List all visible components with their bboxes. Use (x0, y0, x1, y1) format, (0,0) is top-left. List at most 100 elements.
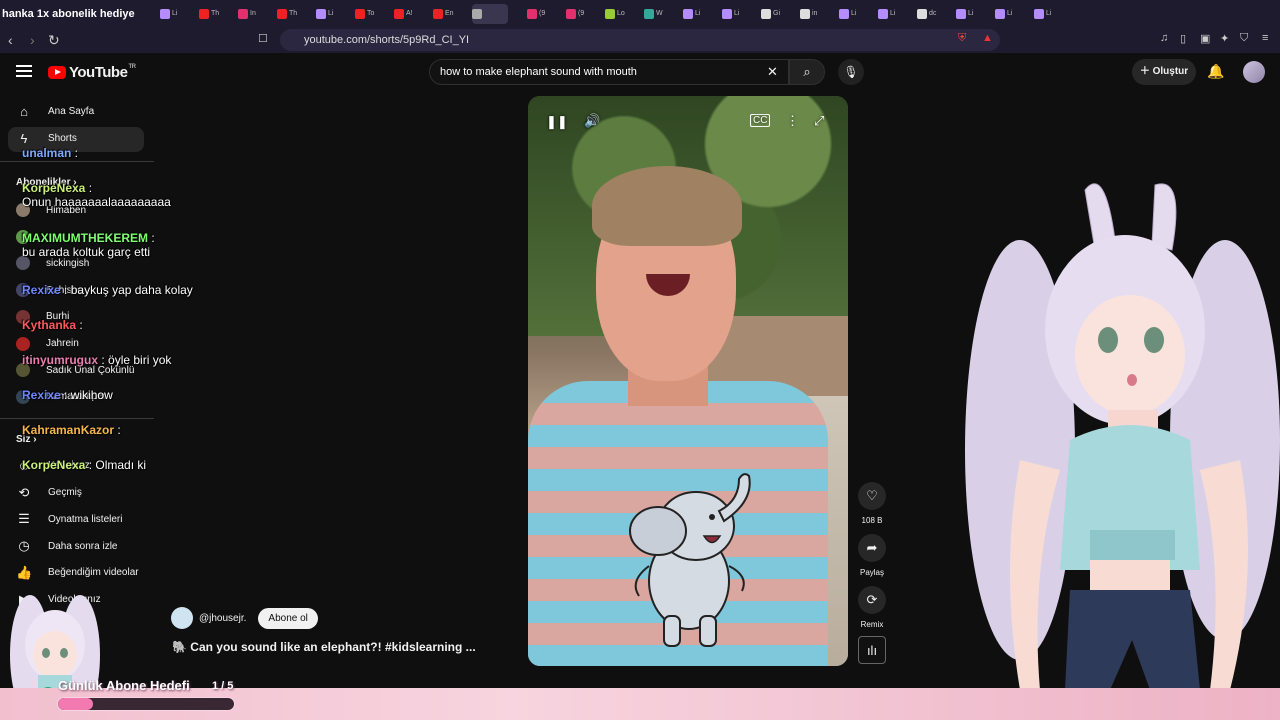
chat-separator: : (76, 318, 83, 332)
browser-tab[interactable]: A! (394, 4, 414, 24)
tab-label: A! (406, 10, 413, 17)
sidebar-you-item[interactable]: ◷ Daha sonra izle (16, 538, 117, 554)
sidebar-item-shorts[interactable]: ϟ Shorts (16, 131, 77, 146)
rewards-icon[interactable]: ▲ (982, 32, 993, 44)
tab-label: En (445, 10, 454, 17)
sidebar-you-item[interactable]: ☰ Oynatma listeleri (16, 511, 122, 527)
browser-tab[interactable]: Li (839, 4, 859, 24)
tab-label: W (656, 10, 663, 17)
subscribe-button[interactable]: Abone ol (258, 607, 318, 629)
youtube-wordmark: YouTubeTR (69, 64, 136, 81)
browser-tab[interactable]: To (355, 4, 375, 24)
browser-tab[interactable]: Lo (605, 4, 625, 24)
tab-label: Li (172, 10, 178, 17)
tab-favicon-icon (878, 8, 888, 19)
shorts-video-player[interactable]: ❚❚ 🔊 CC ⋮ ⤢ (528, 96, 848, 666)
sound-action[interactable]: ılı (858, 636, 886, 664)
menu-icon[interactable]: ≡ (1262, 32, 1268, 44)
browser-tab[interactable]: En (433, 4, 454, 24)
browser-tab[interactable]: Li (1034, 4, 1054, 24)
like-count: 108 B (861, 516, 883, 525)
sidebar-you-item[interactable]: ⟲ Geçmiş (16, 485, 82, 501)
hamburger-icon[interactable] (16, 65, 32, 77)
browser-tab[interactable]: Li (722, 4, 742, 24)
bookmark-icon[interactable]: ☐ (258, 32, 268, 45)
wallet-icon[interactable]: ▣ (1200, 32, 1210, 45)
channel-avatar[interactable] (171, 607, 193, 629)
elephant-sticker-icon (629, 473, 751, 647)
vtuber-avatar (965, 183, 1280, 690)
chat-separator: : (148, 231, 155, 245)
tab-label: (9 (578, 10, 585, 17)
vpn-icon[interactable]: ⛉ (1240, 32, 1248, 45)
browser-tab[interactable]: Li (878, 4, 898, 24)
sidebar-subscription-item[interactable]: Jahrein (16, 336, 79, 351)
tab-label: In (250, 10, 256, 17)
forward-icon[interactable]: › (30, 32, 35, 48)
browser-tab[interactable]: In (238, 4, 258, 24)
browser-tab[interactable]: Li (995, 4, 1015, 24)
chat-text: wikihow (70, 388, 113, 402)
tab-favicon-icon (605, 8, 615, 19)
browser-tab[interactable]: dc (917, 4, 937, 24)
heart-icon[interactable]: ♡ (858, 482, 886, 510)
browser-tab[interactable]: Li (316, 4, 336, 24)
mic-button[interactable]: 🎙 (838, 59, 864, 85)
notifications-icon[interactable]: 🔔 (1207, 63, 1224, 80)
captions-icon[interactable]: CC (750, 114, 771, 127)
browser-tab[interactable]: W (644, 4, 664, 24)
tab-favicon-icon (956, 8, 966, 19)
share-icon[interactable]: ➦ (858, 534, 886, 562)
browser-tab[interactable] (472, 3, 508, 24)
audio-wave-icon[interactable]: ılı (858, 636, 886, 664)
tab-label: Li (968, 10, 974, 17)
subscription-label: Jahrein (46, 338, 79, 349)
search-button[interactable]: ⌕ (789, 59, 825, 85)
pause-icon[interactable]: ❚❚ (546, 114, 568, 130)
brave-shield-icon[interactable]: ⛨ (958, 32, 966, 45)
remix-action[interactable]: ⟳ Remix (858, 586, 886, 629)
channel-name[interactable]: @jhousejr. (199, 613, 246, 624)
browser-tab[interactable]: (9 (527, 4, 547, 24)
media-icon[interactable]: ♫ (1160, 32, 1168, 44)
chat-username: Kythanka (22, 318, 77, 332)
browser-tab[interactable]: in (800, 4, 820, 24)
chat-text: öyle biri yok (108, 353, 172, 367)
search-input[interactable]: how to make elephant sound with mouth (429, 59, 789, 85)
reload-icon[interactable]: ↻ (48, 32, 60, 49)
clear-search-icon[interactable]: ✕ (767, 64, 778, 80)
browser-tab[interactable]: Th (277, 4, 297, 24)
browser-tab[interactable]: Li (160, 4, 180, 24)
active-stream-tab[interactable]: hanka 1x abonelik hediye (0, 8, 150, 20)
like-action[interactable]: ♡ 108 B (858, 482, 886, 525)
chat-text: baykuş yap daha kolay (70, 283, 193, 297)
tab-label: To (367, 10, 375, 17)
you-item-label: Daha sonra izle (48, 540, 118, 552)
youtube-logo[interactable]: YouTubeTR (48, 64, 136, 81)
tab-label: dc (929, 10, 937, 17)
create-button[interactable]: ＋ Oluştur (1132, 59, 1196, 85)
volume-icon[interactable]: 🔊 (584, 113, 600, 129)
fullscreen-icon[interactable]: ⤢ (814, 113, 824, 129)
sidebar-item-icon: ☰ (18, 511, 30, 527)
browser-tab[interactable]: Li (683, 4, 703, 24)
chat-message: KorpeNexa : Olmadı ki (22, 458, 146, 472)
sidebar-icon[interactable]: ▯ (1180, 32, 1186, 45)
browser-tab[interactable]: (9 (566, 4, 586, 24)
leo-icon[interactable]: ✦ (1220, 32, 1229, 45)
url-field[interactable]: youtube.com/shorts/5p9Rd_CI_YI (280, 29, 1000, 51)
browser-tab[interactable]: Gi (761, 4, 781, 24)
browser-tab[interactable]: Th (199, 4, 219, 24)
more-options-icon[interactable]: ⋮ (786, 113, 799, 129)
tab-strip: Li Th In Th Li To A! En (9 (9 Lo W Li Li Gi in Li Li dc Li L… (160, 3, 1054, 24)
share-action[interactable]: ➦ Paylaş (858, 534, 886, 577)
sidebar-item-home[interactable]: ⌂ Ana Sayfa (16, 104, 94, 119)
mic-icon: 🎙 (843, 65, 859, 79)
video-title[interactable]: 🐘 Can you sound like an elephant?! #kids… (172, 640, 476, 654)
remix-icon[interactable]: ⟳ (858, 586, 886, 614)
browser-tab[interactable]: Li (956, 4, 976, 24)
back-icon[interactable]: ‹ (8, 32, 13, 48)
account-avatar[interactable] (1243, 61, 1265, 83)
chat-text: Onun haaaaaaalaaaaaaaaa (22, 195, 171, 209)
sidebar-item-icon: ◷ (18, 538, 30, 554)
